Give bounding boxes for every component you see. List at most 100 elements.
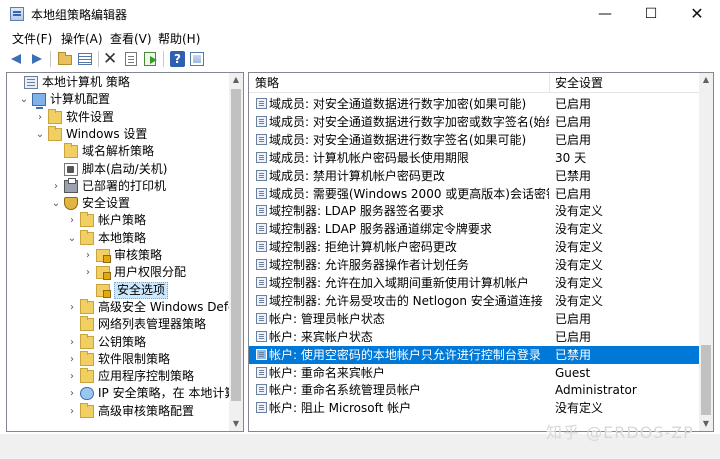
collapse-chevron-icon[interactable]: ⌄ [35, 126, 45, 143]
expand-chevron-icon[interactable]: › [83, 264, 93, 281]
collapse-chevron-icon[interactable]: ⌄ [51, 195, 61, 212]
scroll-up-arrow-icon[interactable]: ▲ [229, 73, 243, 87]
policy-name: 域成员: 禁用计算机帐户密码更改 [269, 168, 445, 183]
tree-item[interactable]: 域名解析策略 [7, 143, 243, 160]
list-item[interactable]: 帐户: 管理员帐户状态 已启用 [249, 310, 701, 328]
scroll-down-arrow-icon[interactable]: ▼ [229, 417, 243, 431]
help-button[interactable]: ? [168, 50, 186, 68]
menu-file[interactable]: 文件(F) [12, 30, 52, 47]
expand-chevron-icon[interactable]: › [67, 212, 77, 229]
expand-chevron-icon[interactable]: › [67, 368, 77, 385]
expand-chevron-icon[interactable]: › [67, 403, 77, 420]
title-bar: 本地组策略编辑器 — ☐ ✕ [0, 0, 720, 28]
menu-action[interactable]: 操作(A) [61, 30, 103, 47]
column-header-security-setting[interactable]: 安全设置 [549, 73, 701, 93]
expand-chevron-icon[interactable] [83, 282, 93, 299]
up-one-level-button[interactable] [56, 50, 74, 68]
expand-chevron-icon[interactable]: › [67, 385, 77, 402]
properties-button[interactable] [122, 50, 140, 68]
printer-icon [64, 177, 78, 193]
expand-chevron-icon[interactable]: › [67, 351, 77, 368]
list-item[interactable]: 域成员: 计算机帐户密码最长使用期限 30 天 [249, 149, 701, 167]
tree-item[interactable]: › 审核策略 [7, 247, 243, 264]
list-item[interactable]: 域控制器: 允许易受攻击的 Netlogon 安全通道连接 没有定义 [249, 292, 701, 310]
expand-chevron-icon[interactable] [51, 143, 61, 160]
tree-item[interactable]: ⌄ 安全设置 [7, 195, 243, 212]
tree-scrollbar[interactable]: ▲ ▼ [229, 73, 243, 431]
list-item[interactable]: 帐户: 重命名系统管理员帐户 Administrator [249, 381, 701, 399]
scroll-down-arrow-icon[interactable]: ▼ [699, 417, 713, 431]
close-button[interactable]: ✕ [674, 0, 720, 28]
collapse-chevron-icon[interactable]: ⌄ [67, 230, 77, 247]
list-item[interactable]: 域成员: 需要强(Windows 2000 或更高版本)会话密钥 已启用 [249, 185, 701, 203]
delete-button[interactable]: ✕ [102, 49, 120, 69]
policy-name: 帐户: 阻止 Microsoft 帐户 [269, 401, 412, 416]
delete-icon: ✕ [103, 49, 118, 69]
list-item[interactable]: 域控制器: LDAP 服务器通道绑定令牌要求 没有定义 [249, 220, 701, 238]
list-item[interactable]: 帐户: 来宾帐户状态 已启用 [249, 328, 701, 346]
expand-chevron-icon[interactable]: › [35, 109, 45, 126]
collapse-chevron-icon[interactable]: ⌄ [19, 91, 29, 108]
policy-setting-icon [256, 402, 267, 414]
list-item[interactable]: 域成员: 对安全通道数据进行数字加密或数字签名(始终) 已启用 [249, 113, 701, 131]
tree-item[interactable]: 安全选项 [7, 281, 243, 299]
tree-item[interactable]: ⌄ 计算机配置 [7, 91, 243, 110]
tree-pane[interactable]: 本地计算机 策略 ⌄ 计算机配置 › 软件设置 ⌄ Windows 设置 域名解析策略 脚本(启… [6, 72, 244, 432]
list-scroll-thumb[interactable] [701, 345, 711, 415]
export-list-button[interactable] [142, 50, 160, 68]
export-list-icon [144, 52, 157, 66]
show-hide-tree-button[interactable] [76, 50, 94, 68]
list-item[interactable]: 域控制器: 拒绝计算机帐户密码更改 没有定义 [249, 238, 701, 256]
policy-name: 域控制器: LDAP 服务器通道绑定令牌要求 [269, 222, 492, 237]
minimize-button[interactable]: — [582, 0, 628, 28]
policy-name: 域控制器: LDAP 服务器签名要求 [269, 204, 444, 219]
tree-item[interactable]: 网络列表管理器策略 [7, 316, 243, 333]
app-icon [10, 7, 24, 21]
expand-chevron-icon[interactable] [67, 316, 77, 333]
security-setting-value: Administrator [555, 383, 637, 398]
list-item[interactable]: 帐户: 阻止 Microsoft 帐户 没有定义 [249, 399, 701, 417]
tree-item[interactable]: ⌄ Windows 设置 [7, 125, 243, 143]
tree-item[interactable]: › 帐户策略 [7, 212, 243, 229]
list-item-selected[interactable]: 帐户: 使用空密码的本地帐户只允许进行控制台登录 已禁用 [249, 345, 701, 364]
tree-item[interactable]: › 软件设置 [7, 108, 243, 126]
menu-help[interactable]: 帮助(H) [158, 30, 200, 47]
list-item[interactable]: 域成员: 对安全通道数据进行数字签名(如果可能) 已启用 [249, 131, 701, 149]
expand-chevron-icon[interactable] [51, 161, 61, 178]
tree-item[interactable]: › 高级审核策略配置 [7, 402, 243, 420]
tree-item[interactable]: ⌄ 本地策略 [7, 229, 243, 247]
list-item[interactable]: 帐户: 重命名来宾帐户 Guest [249, 364, 701, 382]
expand-chevron-icon[interactable]: › [83, 247, 93, 264]
policy-name: 帐户: 来宾帐户状态 [269, 329, 373, 344]
expand-chevron-icon[interactable]: › [67, 334, 77, 351]
policy-name: 域控制器: 允许易受攻击的 Netlogon 安全通道连接 [269, 293, 543, 308]
list-scrollbar[interactable]: ▲ ▼ [699, 73, 713, 431]
policy-setting-icon [256, 294, 267, 306]
tree-item[interactable]: › 公钥策略 [7, 333, 243, 351]
list-item[interactable]: 域控制器: 允许服务器操作者计划任务 没有定义 [249, 256, 701, 274]
tree-scroll-thumb[interactable] [231, 89, 241, 401]
tree-item[interactable]: › 软件限制策略 [7, 350, 243, 368]
list-item[interactable]: 域成员: 禁用计算机帐户密码更改 已禁用 [249, 167, 701, 185]
menu-bar: 文件(F) 操作(A) 查看(V) 帮助(H) [0, 28, 720, 48]
tree-item[interactable]: › 用户权限分配 [7, 264, 243, 281]
back-button[interactable] [8, 50, 26, 68]
tree-item[interactable]: › 应用程序控制策略 [7, 368, 243, 385]
policy-list-pane[interactable]: 策略 ^ 安全设置 域成员: 对安全通道数据进行数字加密(如果可能) 已启用 域成员… [248, 72, 714, 432]
menu-view[interactable]: 查看(V) [110, 30, 152, 47]
tree-item[interactable]: › 高级安全 Windows Defende [7, 298, 243, 316]
expand-chevron-icon[interactable]: › [67, 299, 77, 316]
list-item[interactable]: 域控制器: LDAP 服务器签名要求 没有定义 [249, 202, 701, 220]
tree-item[interactable]: 脚本(启动/关机) [7, 161, 243, 178]
tree-item[interactable]: › IP 安全策略，在 本地计算机 [7, 385, 243, 402]
forward-button[interactable] [28, 50, 46, 68]
maximize-button[interactable]: ☐ [628, 0, 674, 28]
extended-view-button[interactable] [188, 50, 206, 68]
list-item[interactable]: 域成员: 对安全通道数据进行数字加密(如果可能) 已启用 [249, 95, 701, 113]
expand-chevron-icon[interactable]: › [51, 178, 61, 195]
expand-chevron-icon[interactable] [11, 74, 21, 91]
list-item[interactable]: 域控制器: 允许在加入域期间重新使用计算机帐户 没有定义 [249, 274, 701, 292]
tree-item[interactable]: 本地计算机 策略 [7, 74, 243, 91]
tree-item[interactable]: › 已部署的打印机 [7, 177, 243, 195]
scroll-up-arrow-icon[interactable]: ▲ [699, 73, 713, 87]
